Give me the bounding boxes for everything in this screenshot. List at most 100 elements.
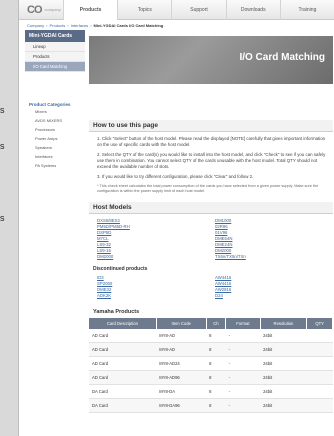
edge-letter [0, 177, 20, 195]
table-cell: MY8-AD [156, 329, 207, 343]
qty-cell[interactable] [306, 329, 333, 343]
host-models-list: DXS6/8EX2 PM5D/PM5D-RH DSP5D M7CL LS9-32… [89, 218, 333, 260]
table-cell: 24bit [260, 329, 307, 343]
table-cell: - [225, 342, 261, 357]
category-link[interactable]: Interfaces [25, 152, 85, 161]
column-header: Ch [206, 318, 227, 329]
table-row: AD Card MY8-AD24 8 - 24bit [89, 356, 333, 371]
table-cell: AD Card [89, 342, 157, 357]
category-link[interactable]: AVDS MIXERS [25, 116, 85, 125]
web-page: CO company Products Topics Support Downl… [18, 0, 334, 436]
category-link[interactable]: Power Amps [25, 134, 85, 143]
main-content: How to use this page 1. Click "Select" b… [89, 120, 333, 413]
table-cell: MY8-AD24 [156, 356, 207, 371]
howto-step: 3. If you would like to try different co… [97, 174, 254, 179]
qty-cell[interactable] [306, 384, 333, 399]
table-cell: - [225, 384, 261, 399]
table-cell: 24bit [260, 398, 307, 413]
table-cell: - [225, 398, 261, 413]
table-cell: - [225, 356, 261, 371]
column-header: Item Code [156, 318, 207, 329]
qty-cell[interactable] [306, 356, 333, 371]
column-header: Card Description [89, 318, 157, 329]
table-cell: 24bit [260, 384, 307, 399]
edge-letter [0, 159, 20, 177]
left-edge-fragments: s s s [0, 105, 20, 231]
site-logo[interactable]: CO company [19, 0, 63, 20]
table-cell: 24bit [260, 342, 307, 357]
table-cell: 8 [206, 329, 226, 343]
table-cell: 24bit [260, 356, 307, 371]
category-link[interactable]: Mixers [25, 107, 85, 116]
table-cell: - [225, 329, 261, 343]
breadcrumb: Company › Products › Interfaces › Mini-YGDA… [27, 22, 164, 28]
products-table: Card Description Item Code Ch Format Res… [89, 318, 333, 413]
column-header: Format [225, 318, 261, 329]
table-cell: AD Card [89, 356, 157, 371]
table-cell: AD Card [89, 329, 157, 343]
howto-step: 2. Select the QTY of the card(s) you wou… [97, 152, 326, 169]
breadcrumb-link[interactable]: Interfaces [71, 23, 89, 28]
table-cell: DA Card [89, 384, 157, 399]
column-header: Resolution [260, 318, 308, 329]
edge-letter: s [0, 105, 5, 115]
table-cell: 8 [206, 356, 226, 371]
nav-products[interactable]: Products [63, 0, 118, 20]
host-models-title: Host Models [89, 202, 333, 214]
qty-cell[interactable] [306, 370, 333, 385]
sidebar-item-products[interactable]: Products [25, 52, 85, 62]
table-cell: 8 [206, 398, 226, 413]
qty-cell[interactable] [306, 342, 333, 357]
category-link[interactable]: Processors [25, 125, 85, 134]
table-row: AD Card MY8-AD 8 - 24bit [89, 342, 333, 357]
host-model-link[interactable]: DM2000 [97, 254, 215, 260]
nav-support[interactable]: Support [171, 0, 225, 20]
sidebar-item-lineup[interactable]: Lineup [25, 42, 85, 52]
edge-letter [0, 195, 20, 213]
table-row: AD Card MY8-AD96 8 - 24bit [89, 370, 333, 385]
table-row: AD Card MY8-AD 8 - 24bit [89, 329, 333, 343]
banner-title: I/O Card Matching [239, 52, 325, 63]
breadcrumb-current: Mini-YGDAI Cards I/O Card Matching [93, 22, 164, 28]
discontinued-link[interactable]: D24 [215, 293, 333, 299]
table-cell: 8 [206, 342, 226, 357]
qty-cell[interactable] [306, 398, 333, 413]
howto-title: How to use this page [89, 120, 333, 132]
discontinued-link[interactable]: ADK2K [97, 293, 215, 299]
discontinued-title: Discontinued products [93, 266, 148, 272]
logo-mark: CO [27, 3, 42, 16]
table-cell: 8 [206, 384, 226, 399]
nav-training[interactable]: Training [279, 0, 334, 20]
logo-subtext: company [44, 7, 61, 12]
table-row: DA Card MY8-DA 8 - 24bit [89, 384, 333, 399]
table-cell: MY8-AD [156, 342, 207, 357]
category-link[interactable]: PA Systems [25, 161, 85, 170]
breadcrumb-link[interactable]: Products [49, 23, 65, 28]
hero-banner: I/O Card Matching [89, 36, 333, 84]
category-link[interactable]: Speakers [25, 143, 85, 152]
table-cell: MY8-AD96 [156, 370, 207, 385]
host-model-link[interactable]: TX6n/TX5n/TXn [215, 254, 333, 260]
table-cell: MY8-DA96 [156, 398, 207, 413]
table-cell: DA Card [89, 398, 157, 413]
top-navigation: CO company Products Topics Support Downl… [19, 0, 334, 20]
edge-letter: s [0, 141, 5, 151]
sidebar: Mini-YGDAI Cards Lineup Products I/O Car… [25, 30, 85, 170]
sidebar-title[interactable]: Mini-YGDAI Cards [25, 30, 85, 42]
edge-letter: s [0, 213, 5, 223]
table-cell: 24bit [260, 370, 307, 385]
nav-downloads[interactable]: Downloads [225, 0, 280, 20]
nav-topics[interactable]: Topics [117, 0, 171, 20]
sidebar-item-io-card-matching[interactable]: I/O Card Matching [25, 62, 85, 72]
discontinued-list: ID3 SP2060 DME32 ADK2K AW4416 AW4416 AW2… [89, 275, 333, 299]
table-cell: 8 [206, 370, 226, 385]
howto-step: 1. Click "Select" button of the host mod… [97, 136, 326, 147]
edge-letter [0, 123, 20, 141]
table-cell: MY8-DA [156, 384, 207, 399]
table-row: DA Card MY8-DA96 8 - 24bit [89, 398, 333, 413]
table-cell: AD Card [89, 370, 157, 385]
column-header: QTY [306, 318, 333, 329]
table-cell: - [225, 370, 261, 385]
breadcrumb-link[interactable]: Company [27, 23, 44, 28]
products-title: Yamaha Products [93, 309, 140, 315]
